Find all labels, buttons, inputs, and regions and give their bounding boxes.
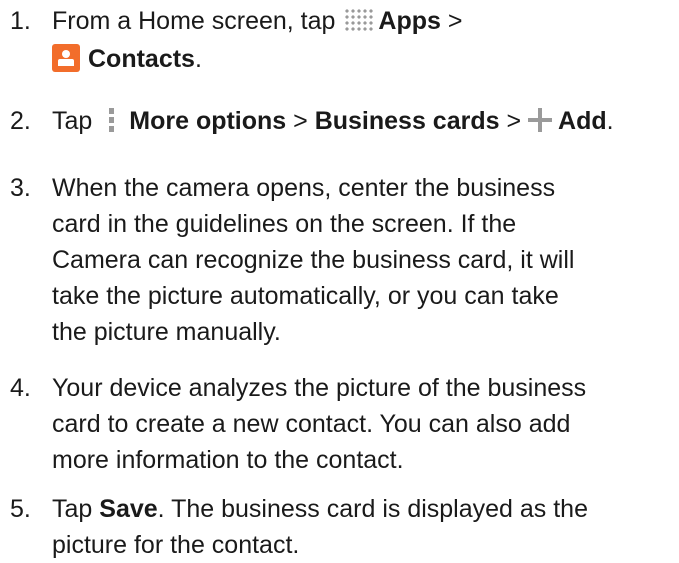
- step-line: more information to the contact.: [52, 446, 404, 474]
- step-text: When the camera opens, center the busine…: [52, 170, 670, 350]
- step-text-segment: . The business card is displayed as the: [157, 495, 588, 523]
- more-options-label: More options: [129, 107, 287, 135]
- business-cards-label: Business cards: [314, 107, 500, 135]
- step-line: card to create a new contact. You can al…: [52, 410, 571, 438]
- period: .: [194, 45, 202, 73]
- step-number: 3.: [10, 174, 31, 202]
- step-number: 4.: [10, 374, 31, 402]
- step-line: picture for the contact.: [52, 531, 300, 559]
- step-number: 1.: [10, 7, 31, 35]
- step-line: Contacts.: [52, 41, 670, 77]
- step-line: card in the guidelines on the screen. If…: [52, 210, 517, 238]
- step-text-segment: Tap: [52, 107, 100, 135]
- step-line: From a Home screen, tap Apps >: [52, 3, 670, 39]
- step-text-segment: From a Home screen, tap: [52, 7, 343, 35]
- step-line: When the camera opens, center the busine…: [52, 174, 556, 202]
- apps-label: Apps: [378, 7, 441, 35]
- step-line: the picture manually.: [52, 318, 281, 346]
- separator: >: [286, 107, 315, 135]
- step-line: Your device analyzes the picture of the …: [52, 374, 587, 402]
- separator: >: [499, 107, 529, 135]
- more-options-icon: [107, 107, 115, 133]
- step-line: Camera can recognize the business card, …: [52, 246, 575, 274]
- save-label: Save: [99, 495, 158, 523]
- step-line: Tap Save. The business card is displayed…: [52, 491, 670, 527]
- period: .: [606, 107, 614, 135]
- contacts-icon: [52, 44, 80, 73]
- step-line: take the picture automatically, or you c…: [52, 282, 559, 310]
- apps-grid-icon: [344, 8, 375, 33]
- instruction-list: 1. From a Home screen, tap Apps > Contac…: [0, 0, 679, 559]
- contacts-label: Contacts: [88, 45, 195, 73]
- step-text-segment: Tap: [52, 495, 100, 523]
- step-number: 2.: [10, 107, 31, 135]
- add-icon: [528, 108, 553, 133]
- step-text: Tap More options > Business cards > Add.: [52, 103, 670, 139]
- step-text: Tap Save. The business card is displayed…: [52, 491, 670, 563]
- step-text: From a Home screen, tap Apps > Contacts.: [52, 3, 670, 77]
- step-text: Your device analyzes the picture of the …: [52, 370, 670, 478]
- add-label: Add: [558, 107, 607, 135]
- step-number: 5.: [10, 495, 31, 523]
- separator: >: [440, 7, 463, 35]
